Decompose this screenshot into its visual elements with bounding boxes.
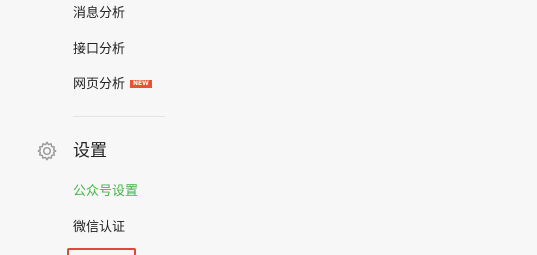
sidebar-item-account-settings[interactable]: 公众号设置	[73, 183, 138, 201]
new-badge: NEW	[130, 79, 152, 88]
settings-section-header: 设置	[36, 139, 107, 163]
sidebar-item-message-analysis[interactable]: 消息分析	[73, 5, 125, 23]
settings-section-title: 设置	[73, 141, 107, 161]
sidebar-item-label: 网页分析	[73, 77, 126, 92]
sidebar-item-web-analysis[interactable]: 网页分析 NEW	[73, 76, 152, 94]
sidebar-item-label: 微信认证	[73, 220, 126, 235]
sidebar-item-label: 消息分析	[73, 6, 126, 21]
sidebar-item-api-analysis[interactable]: 接口分析	[73, 41, 125, 59]
gear-icon	[36, 140, 58, 162]
sidebar-item-label: 公众号设置	[73, 184, 139, 199]
sidebar-item-label: 接口分析	[73, 42, 126, 57]
sidebar-menu: 消息分析 接口分析 网页分析 NEW 设置 公众号设置 微信认证	[0, 0, 537, 255]
sidebar-item-wechat-verification[interactable]: 微信认证	[73, 219, 125, 237]
highlight-box	[67, 248, 136, 255]
section-divider	[73, 116, 165, 117]
